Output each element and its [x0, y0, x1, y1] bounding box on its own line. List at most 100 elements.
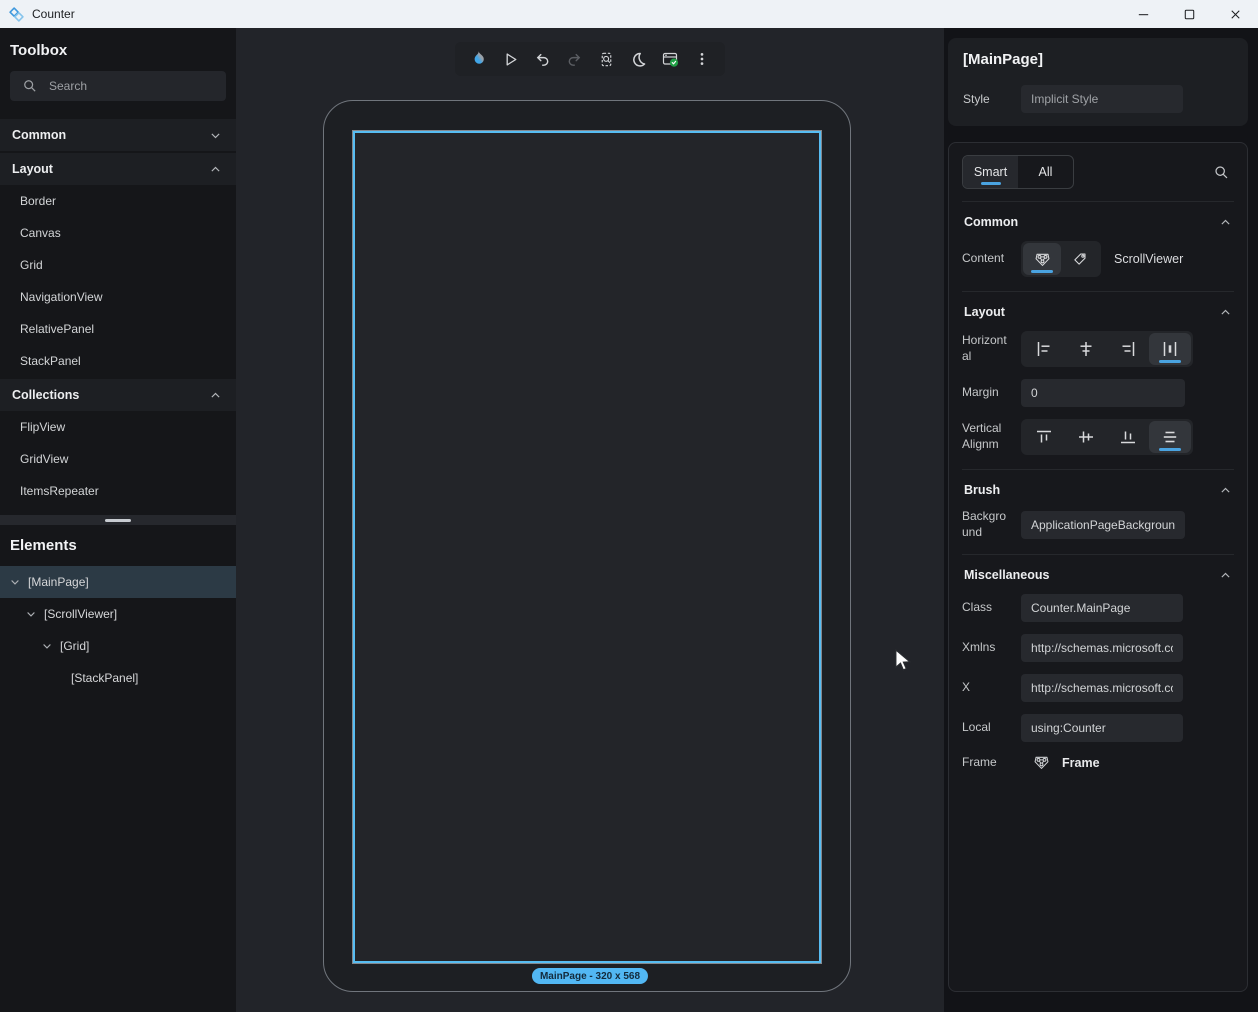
close-button[interactable]	[1212, 0, 1258, 28]
window-controls	[1120, 0, 1258, 28]
designer-toolbar	[455, 42, 725, 76]
connection-ok-icon[interactable]	[660, 49, 680, 69]
tree-label: [MainPage]	[28, 575, 89, 589]
margin-input[interactable]	[1021, 379, 1185, 407]
chevron-down-icon[interactable]	[9, 576, 21, 588]
frame-value[interactable]: Frame	[1062, 756, 1100, 770]
valign-top-button[interactable]	[1023, 421, 1065, 453]
redo-button[interactable]	[564, 49, 584, 69]
more-options-icon[interactable]	[692, 49, 712, 69]
active-tab-underline	[981, 182, 1001, 185]
chevron-up-icon[interactable]	[1219, 484, 1232, 497]
toolbox-item-itemsrepeater[interactable]: ItemsRepeater	[0, 475, 236, 507]
toolbox-item-navigationview[interactable]: NavigationView	[0, 281, 236, 313]
design-canvas[interactable]: MainPage - 320 x 568	[236, 28, 944, 1012]
chevron-up-icon[interactable]	[1219, 569, 1232, 582]
section-layout-label: Layout	[964, 305, 1005, 319]
frame-label: Frame	[962, 755, 1008, 771]
maximize-button[interactable]	[1166, 0, 1212, 28]
content-label: Content	[962, 251, 1008, 267]
section-label: Common	[12, 128, 66, 142]
app-window: Counter Toolbox Common	[0, 0, 1258, 1012]
valign-center-button[interactable]	[1065, 421, 1107, 453]
x-input[interactable]	[1021, 674, 1183, 702]
toolbox-item-canvas[interactable]: Canvas	[0, 217, 236, 249]
toolbox-item-border[interactable]: Border	[0, 185, 236, 217]
toolbox-item-stackpanel[interactable]: StackPanel	[0, 345, 236, 377]
toolbox-section-layout[interactable]: Layout	[0, 153, 236, 185]
undo-button[interactable]	[532, 49, 552, 69]
minimize-button[interactable]	[1120, 0, 1166, 28]
content-tag-mode-button[interactable]	[1061, 243, 1099, 275]
toolbox-item-flipview[interactable]: FlipView	[0, 411, 236, 443]
elements-tree: [MainPage] [ScrollViewer] [Grid] [StackP…	[0, 566, 236, 694]
section-misc-label: Miscellaneous	[964, 568, 1049, 582]
content-element-mode-button[interactable]	[1023, 243, 1061, 275]
left-sidebar: Toolbox Common Layout Border Canvas Grid…	[0, 28, 236, 1012]
valign-bottom-button[interactable]	[1107, 421, 1149, 453]
local-input[interactable]	[1021, 714, 1183, 742]
local-label: Local	[962, 720, 1008, 736]
halign-center-button[interactable]	[1065, 333, 1107, 365]
section-common: Common Content	[962, 201, 1234, 277]
horizontal-alignment-group	[1021, 331, 1193, 367]
tree-label: [StackPanel]	[71, 671, 138, 685]
hot-reload-flame-icon[interactable]	[468, 49, 488, 69]
search-input[interactable]	[49, 79, 189, 93]
section-common-label: Common	[964, 215, 1018, 229]
app-logo-icon	[8, 6, 25, 23]
toolbox-item-gridview[interactable]: GridView	[0, 443, 236, 475]
selected-element-title: [MainPage]	[963, 51, 1233, 68]
inspector-tabs: Smart All	[962, 155, 1234, 189]
chevron-up-icon	[209, 389, 222, 402]
tree-row-grid[interactable]: [Grid]	[0, 630, 236, 662]
chevron-up-icon[interactable]	[1219, 306, 1232, 319]
halign-left-button[interactable]	[1023, 333, 1065, 365]
page-design-surface[interactable]	[352, 130, 822, 964]
toolbox-search[interactable]	[10, 71, 226, 101]
splitter-grip	[105, 519, 131, 522]
section-brush: Brush Background	[962, 469, 1234, 540]
tree-row-mainpage[interactable]: [MainPage]	[0, 566, 236, 598]
section-label: Collections	[12, 388, 79, 402]
section-label: Layout	[12, 162, 53, 176]
toolbox-item-grid[interactable]: Grid	[0, 249, 236, 281]
chevron-down-icon[interactable]	[25, 608, 37, 620]
halign-stretch-button[interactable]	[1149, 333, 1191, 365]
toolbox-item-relativepanel[interactable]: RelativePanel	[0, 313, 236, 345]
tree-row-scrollviewer[interactable]: [ScrollViewer]	[0, 598, 236, 630]
selected-underline	[1159, 360, 1181, 363]
titlebar: Counter	[0, 0, 1258, 28]
selected-underline	[1159, 448, 1181, 451]
element-widget-icon	[1033, 754, 1050, 771]
mouse-cursor	[894, 649, 913, 672]
selected-element-card: [MainPage] Style	[948, 38, 1248, 126]
halign-right-button[interactable]	[1107, 333, 1149, 365]
style-label: Style	[963, 92, 1021, 106]
toolbox-section-common[interactable]: Common	[0, 119, 236, 151]
tree-row-stackpanel[interactable]: [StackPanel]	[0, 662, 236, 694]
class-label: Class	[962, 600, 1008, 616]
toolbox-section-collections[interactable]: Collections	[0, 379, 236, 411]
tab-smart[interactable]: Smart	[963, 156, 1018, 188]
horizontal-alignment-label: Horizontal	[962, 333, 1008, 364]
section-miscellaneous: Miscellaneous Class Xmlns X	[962, 554, 1234, 771]
xmlns-input[interactable]	[1021, 634, 1183, 662]
properties-search-icon[interactable]	[1213, 164, 1230, 181]
chevron-up-icon[interactable]	[1219, 216, 1232, 229]
section-brush-label: Brush	[964, 483, 1000, 497]
play-button[interactable]	[500, 49, 520, 69]
tree-label: [ScrollViewer]	[44, 607, 117, 621]
chevron-down-icon	[209, 129, 222, 142]
theme-toggle-moon-icon[interactable]	[628, 49, 648, 69]
tab-all[interactable]: All	[1018, 156, 1073, 188]
background-input[interactable]	[1021, 511, 1185, 539]
valign-stretch-button[interactable]	[1149, 421, 1191, 453]
style-input[interactable]	[1021, 85, 1183, 113]
chevron-down-icon[interactable]	[41, 640, 53, 652]
class-input[interactable]	[1021, 594, 1183, 622]
window-title: Counter	[32, 7, 75, 21]
device-preview-icon[interactable]	[596, 49, 616, 69]
panel-splitter[interactable]	[0, 515, 236, 525]
margin-label: Margin	[962, 385, 1008, 401]
